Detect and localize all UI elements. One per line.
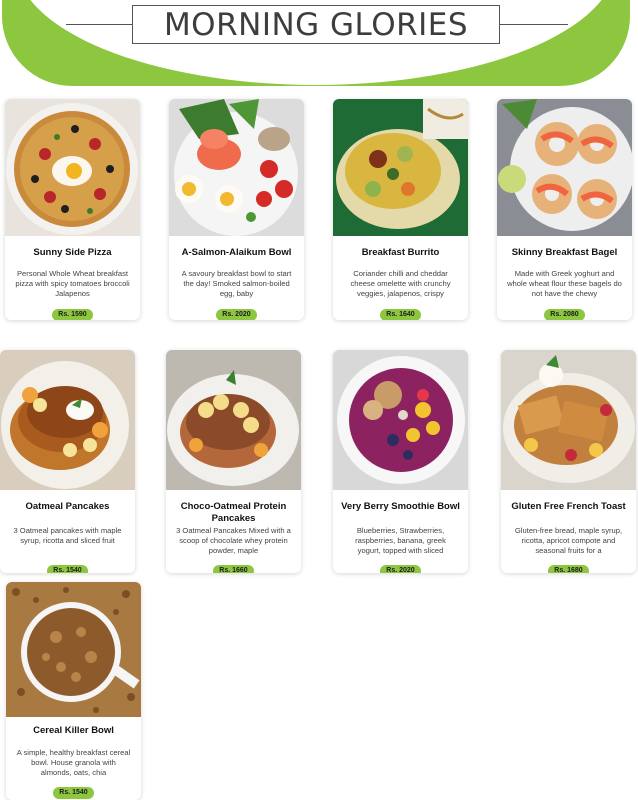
- item-name: Skinny Breakfast Bagel: [511, 247, 618, 258]
- page-title: MORNING GLORIES: [163, 6, 469, 43]
- item-description: 3 Oatmeal pancakes with maple syrup, ric…: [13, 526, 122, 545]
- price-badge: Rs. 1540: [53, 787, 94, 799]
- food-image-smoothie: [333, 350, 468, 490]
- price-badge: Rs. 2020: [380, 565, 421, 573]
- price-badge: Rs. 1640: [380, 309, 421, 320]
- item-name: Breakfast Burrito: [361, 247, 440, 258]
- item-name: Very Berry Smoothie Bowl: [341, 501, 460, 512]
- page-title-box: MORNING GLORIES: [132, 5, 500, 44]
- price-badge: Rs. 1540: [47, 565, 88, 573]
- item-name: Gluten Free French Toast: [511, 501, 626, 512]
- item-name: A-Salmon-Alaikum Bowl: [181, 247, 292, 258]
- food-image-pancakes: [0, 350, 135, 490]
- price-badge: Rs. 2020: [216, 309, 257, 320]
- item-description: A savoury breakfast bowl to start the da…: [181, 269, 292, 298]
- header-line-left: [66, 24, 132, 25]
- food-image-burrito: [333, 99, 468, 236]
- item-description: Made with Greek yoghurt and whole wheat …: [507, 269, 622, 298]
- item-name: Oatmeal Pancakes: [25, 501, 110, 512]
- item-description: Personal Whole Wheat breakfast pizza wit…: [15, 269, 130, 298]
- menu-card-french-toast[interactable]: Gluten Free French Toast Gluten-free bre…: [501, 350, 636, 573]
- item-description: 3 Oatmeal Pancakes Mixed with a scoop of…: [176, 526, 291, 555]
- menu-card-cereal-bowl[interactable]: Cereal Killer Bowl A simple, healthy bre…: [6, 582, 141, 800]
- food-image-bagel: [497, 99, 632, 236]
- menu-card-sunny-side-pizza[interactable]: Sunny Side Pizza Personal Whole Wheat br…: [5, 99, 140, 320]
- price-badge: Rs. 1680: [548, 565, 589, 573]
- item-name: Choco-Oatmeal Protein Pancakes: [180, 501, 287, 524]
- food-image-pizza: [5, 99, 140, 236]
- food-image-cereal: [6, 582, 141, 717]
- menu-card-smoothie-bowl[interactable]: Very Berry Smoothie Bowl Blueberries, St…: [333, 350, 468, 573]
- menu-card-choco-oatmeal-pancakes[interactable]: Choco-Oatmeal Protein Pancakes 3 Oatmeal…: [166, 350, 301, 573]
- item-description: Coriander chilli and cheddar cheese omel…: [350, 269, 451, 298]
- menu-card-salmon-bowl[interactable]: A-Salmon-Alaikum Bowl A savoury breakfas…: [169, 99, 304, 320]
- item-description: Gluten-free bread, maple syrup, ricotta,…: [514, 526, 623, 555]
- item-description: Blueberries, Strawberries, raspberries, …: [355, 526, 446, 555]
- menu-card-oatmeal-pancakes[interactable]: Oatmeal Pancakes 3 Oatmeal pancakes with…: [0, 350, 135, 573]
- food-image-french-toast: [501, 350, 636, 490]
- item-name: Cereal Killer Bowl: [33, 725, 114, 736]
- item-description: A simple, healthy breakfast cereal bowl.…: [16, 748, 131, 777]
- price-badge: Rs. 1590: [52, 309, 93, 320]
- menu-card-bagel[interactable]: Skinny Breakfast Bagel Made with Greek y…: [497, 99, 632, 320]
- food-image-salmon-bowl: [169, 99, 304, 236]
- item-name: Sunny Side Pizza: [33, 247, 112, 258]
- menu-card-breakfast-burrito[interactable]: Breakfast Burrito Coriander chilli and c…: [333, 99, 468, 320]
- food-image-choco-pancakes: [166, 350, 301, 490]
- price-badge: Rs. 1660: [213, 565, 254, 573]
- header-line-right: [500, 24, 568, 25]
- price-badge: Rs. 2080: [544, 309, 585, 320]
